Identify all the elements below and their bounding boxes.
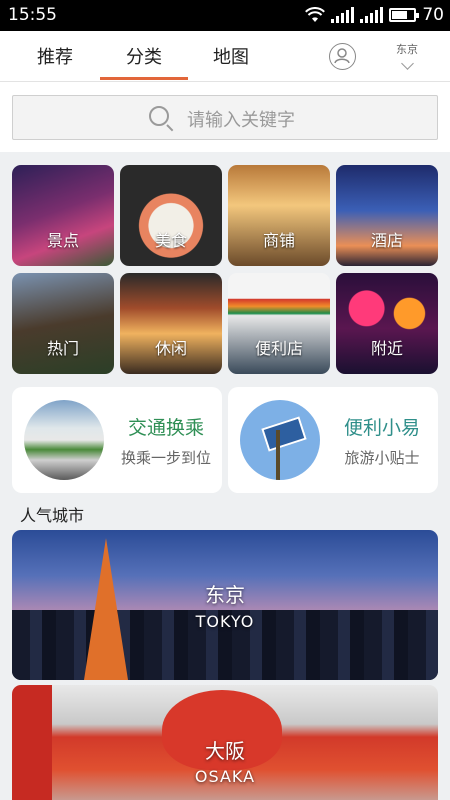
signal-icon [331,7,355,23]
city-card-tokyo[interactable]: 东京 TOKYO [12,530,438,680]
search-icon [149,106,169,126]
search-input[interactable]: 请输入关键字 [12,95,438,140]
status-icons: 70 [305,5,444,25]
category-label: 商铺 [262,231,295,250]
user-avatar-icon[interactable] [329,43,356,70]
city-selector-label: 东京 [396,43,418,56]
city-selector[interactable]: 东京 [392,41,422,70]
category-tile-hotels[interactable]: 酒店 [336,165,438,266]
status-time: 15:55 [8,5,57,25]
category-label: 景点 [46,231,79,250]
category-label: 美食 [154,231,187,250]
tips-subtitle: 旅游小贴士 [344,449,420,467]
category-tile-nearby[interactable]: 附近 [336,273,438,374]
tab-recommend[interactable]: 推荐 [37,43,73,69]
active-tab-indicator [100,77,188,80]
city-card-osaka[interactable]: 大阪 OSAKA [12,685,438,800]
search-section: 请输入关键字 [0,82,450,152]
tab-category[interactable]: 分类 [126,43,162,69]
category-label: 酒店 [370,231,403,250]
battery-icon [389,8,420,22]
category-label: 热门 [46,339,79,358]
category-tile-convenience[interactable]: 便利店 [228,273,330,374]
category-tile-food[interactable]: 美食 [120,165,222,266]
transit-card[interactable]: 交通换乘 换乘一步到位 [12,387,222,493]
category-tile-popular[interactable]: 热门 [12,273,114,374]
signal-icon-2 [360,7,384,23]
tokyo-tower-image [84,538,128,680]
category-label: 便利店 [254,339,303,358]
transit-title: 交通换乘 [127,417,204,439]
train-image [24,400,104,480]
top-nav: 推荐 分类 地图 东京 [0,31,450,82]
wifi-icon [305,7,326,22]
category-tile-leisure[interactable]: 休闲 [120,273,222,374]
category-tile-sights[interactable]: 景点 [12,165,114,266]
search-placeholder: 请输入关键字 [187,110,295,131]
city-name-en: OSAKA [194,767,256,786]
category-tile-shops[interactable]: 商铺 [228,165,330,266]
tips-card[interactable]: 便利小易 旅游小贴士 [228,387,438,493]
chevron-down-icon [400,57,414,70]
street-sign-image [240,400,320,480]
status-bar: 15:55 70 [0,0,450,31]
transit-subtitle: 换乘一步到位 [120,449,211,467]
section-title: 人气城市 [20,506,85,525]
battery-level: 70 [422,5,444,25]
city-name: 大阪 [205,739,245,763]
category-label: 休闲 [154,339,187,358]
city-name-en: TOKYO [195,612,255,631]
city-name: 东京 [205,583,245,607]
tab-map[interactable]: 地图 [213,43,249,69]
tips-title: 便利小易 [343,417,420,439]
category-label: 附近 [370,339,403,358]
